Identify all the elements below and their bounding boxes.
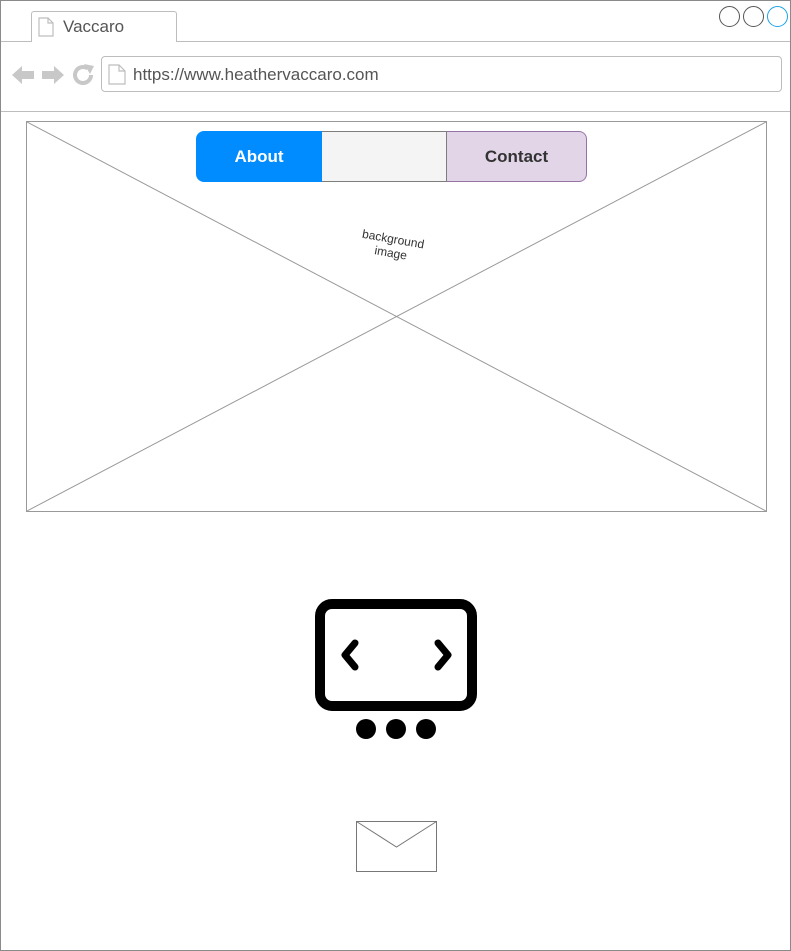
carousel-icon[interactable] (314, 599, 478, 743)
minimize-button[interactable] (719, 6, 740, 27)
reload-icon[interactable] (71, 63, 95, 87)
browser-window: Vaccaro https://www.heathervaccaro.com b… (0, 0, 791, 951)
maximize-button[interactable] (767, 6, 788, 27)
restore-button[interactable] (743, 6, 764, 27)
address-bar-row: https://www.heathervaccaro.com (1, 42, 790, 112)
url-text: https://www.heathervaccaro.com (133, 65, 379, 84)
envelope-icon[interactable] (356, 821, 437, 872)
arrow-left-icon[interactable] (11, 63, 35, 87)
main-nav: About Contact (196, 131, 587, 182)
browser-tab[interactable]: Vaccaro (31, 11, 177, 42)
nav-contact-button[interactable]: Contact (447, 131, 587, 182)
nav-about-button[interactable]: About (196, 131, 322, 182)
url-input[interactable]: https://www.heathervaccaro.com (101, 56, 782, 92)
document-icon (38, 17, 54, 37)
window-controls (719, 6, 788, 27)
document-icon (108, 64, 126, 85)
arrow-right-icon[interactable] (41, 63, 65, 87)
tab-title: Vaccaro (63, 17, 125, 36)
nav-middle-button[interactable] (322, 131, 447, 182)
tab-strip: Vaccaro (1, 1, 790, 42)
